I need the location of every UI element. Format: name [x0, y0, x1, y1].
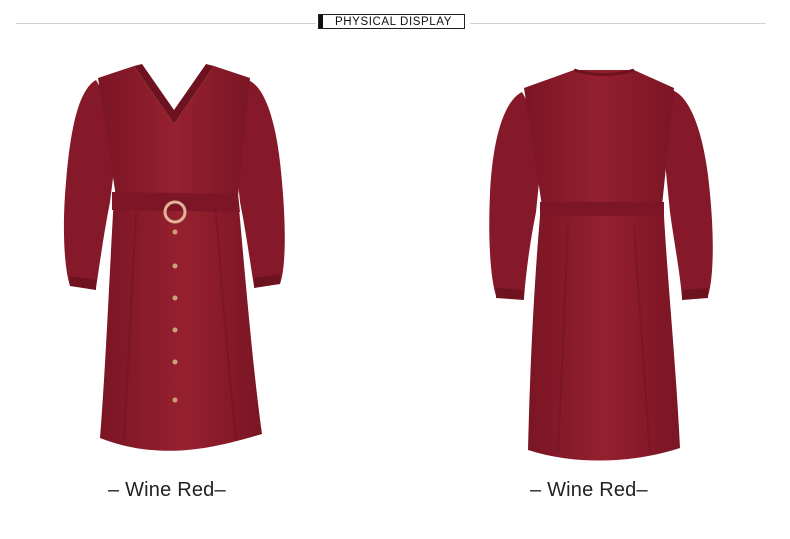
header-rule-right	[470, 23, 766, 24]
section-title: PHYSICAL DISPLAY	[335, 15, 452, 28]
title-accent-bar	[319, 15, 323, 28]
header-rule-left	[16, 23, 316, 24]
dress-back-image	[484, 66, 724, 466]
section-header: PHYSICAL DISPLAY	[0, 12, 790, 32]
section-title-box: PHYSICAL DISPLAY	[318, 14, 465, 29]
caption-back: – Wine Red–	[530, 479, 648, 501]
dress-front-image	[56, 62, 296, 467]
caption-front: – Wine Red–	[108, 479, 226, 501]
